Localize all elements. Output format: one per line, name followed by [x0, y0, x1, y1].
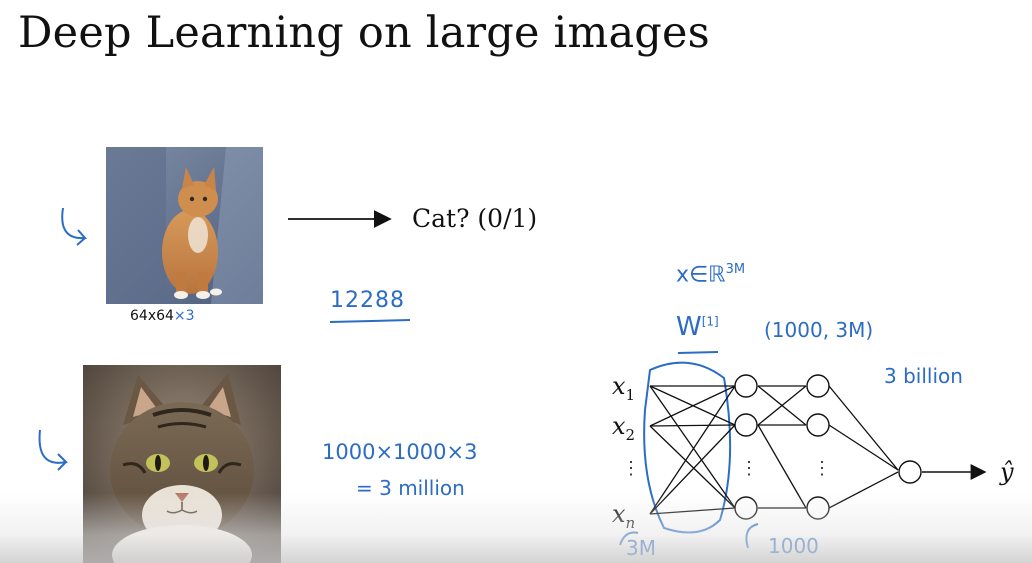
weights-hidden-output	[828, 385, 899, 509]
diagram-drawing	[38, 207, 987, 549]
hidden2-neuron	[806, 496, 830, 520]
weights-input-hidden	[649, 385, 736, 515]
hook-arrow-icon	[61, 207, 88, 246]
hook-arrow-icon	[38, 429, 69, 471]
hidden1-neuron	[734, 374, 758, 398]
features-underline	[329, 319, 411, 323]
input-hook-icon	[619, 531, 639, 546]
hidden2-neuron	[806, 374, 830, 398]
hidden1-neuron	[734, 496, 758, 520]
hidden-hook-icon	[745, 523, 759, 549]
weight-underline	[677, 351, 719, 354]
hidden2-neuron	[806, 413, 830, 437]
weights-hidden-hidden	[757, 385, 807, 509]
output-neuron	[898, 460, 922, 484]
hidden1-neuron	[734, 413, 758, 437]
